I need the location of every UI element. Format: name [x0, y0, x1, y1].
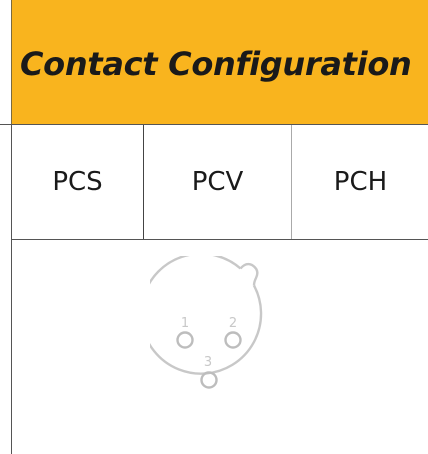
pin-3-circle — [200, 371, 218, 389]
pin-1-circle — [176, 331, 194, 349]
pin-2-label: 2 — [229, 316, 237, 331]
table-header: Contact Configuration — [0, 0, 428, 125]
variant-cell-pch: PCH — [291, 125, 428, 239]
contact-configuration-table: Contact Configuration PCS PCV PCH 1 2 3 — [0, 0, 428, 454]
xlr-connector-diagram: 1 2 3 — [150, 256, 263, 389]
variants-row: PCS PCV PCH — [11, 125, 428, 240]
pin-2-circle — [224, 331, 242, 349]
variant-cell-pcs: PCS — [52, 167, 103, 197]
pin-1-label: 1 — [181, 316, 189, 331]
connector-key-notch — [239, 262, 259, 286]
diagram-area: 1 2 3 — [11, 240, 428, 454]
header-title: Contact Configuration — [20, 45, 412, 83]
pin-3-label: 3 — [204, 355, 212, 370]
variant-cell-pcv: PCV — [143, 125, 291, 239]
